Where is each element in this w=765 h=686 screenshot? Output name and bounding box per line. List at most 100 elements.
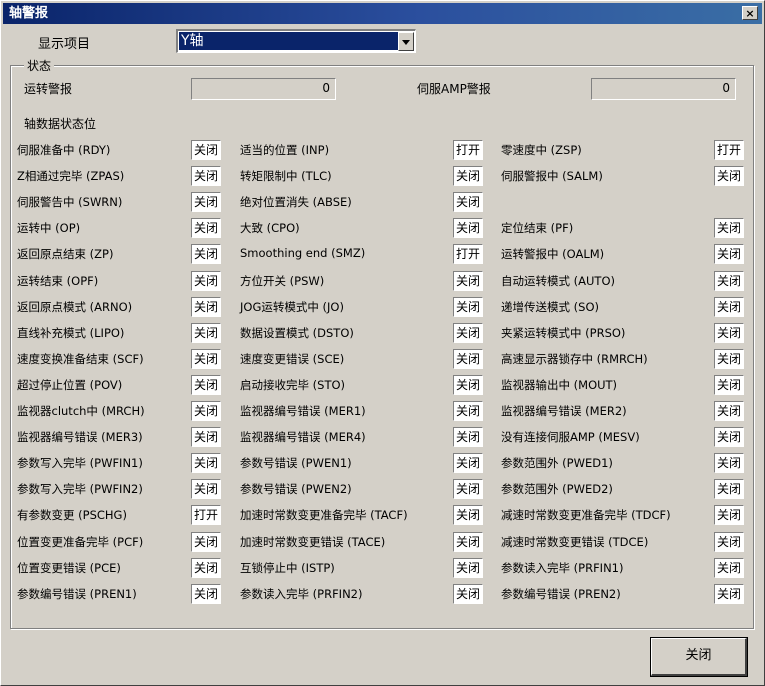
status-bit-label: 伺服警告中 (SWRN) — [17, 195, 123, 209]
status-bit-label: 递增传送模式 (SO) — [501, 300, 599, 314]
status-bit-value: 关闭 — [714, 271, 744, 291]
status-bit-value: 打开 — [453, 140, 483, 160]
status-bit-label: 加速时常数变更准备完毕 (TACF) — [240, 508, 408, 522]
status-bit-label: 速度变换准备结束 (SCF) — [17, 352, 144, 366]
close-button[interactable]: 关闭 — [650, 637, 748, 677]
status-bit-label: 监视器编号错误 (MER2) — [501, 404, 627, 418]
status-bit-value: 关闭 — [453, 192, 483, 212]
status-bit-value: 关闭 — [453, 427, 483, 447]
servo-alarm-value: 0 — [591, 78, 736, 100]
status-bit-label: 参数写入完毕 (PWFIN2) — [17, 482, 143, 496]
status-bit-value: 关闭 — [191, 140, 221, 160]
status-bit-label: 伺服警报中 (SALM) — [501, 169, 603, 183]
status-bit-label: 减速时常数变更准备完毕 (TDCF) — [501, 508, 671, 522]
status-bit-value: 关闭 — [191, 584, 221, 604]
status-bit-value: 关闭 — [453, 349, 483, 369]
status-bit-value: 关闭 — [453, 453, 483, 473]
status-bit-value: 关闭 — [714, 505, 744, 525]
status-bit-label: 自动运转模式 (AUTO) — [501, 274, 615, 288]
close-icon[interactable]: × — [742, 6, 758, 20]
status-bit-label: 运转结束 (OPF) — [17, 274, 99, 288]
status-bit-value: 关闭 — [714, 479, 744, 499]
chevron-down-icon[interactable] — [398, 32, 414, 51]
display-item-value[interactable]: Y轴 — [179, 32, 399, 50]
status-bit-value: 关闭 — [453, 166, 483, 186]
status-bit-value: 打开 — [191, 505, 221, 525]
status-bit-label: 参数范围外 (PWED1) — [501, 456, 613, 470]
status-bit-value: 关闭 — [714, 558, 744, 578]
status-bit-label: 位置变更错误 (PCE) — [17, 561, 121, 575]
status-bit-value: 关闭 — [714, 532, 744, 552]
status-bit-value: 关闭 — [714, 427, 744, 447]
status-bit-label: 速度变更错误 (SCE) — [240, 352, 345, 366]
status-bit-label: 适当的位置 (INP) — [240, 143, 330, 157]
status-bit-value: 关闭 — [714, 323, 744, 343]
status-bit-label: 伺服准备中 (RDY) — [17, 143, 111, 157]
status-bit-label: 没有连接伺服AMP (MESV) — [501, 430, 640, 444]
status-bit-value: 关闭 — [714, 584, 744, 604]
axis-status-bits-heading: 轴数据状态位 — [24, 117, 97, 131]
status-bit-label: 参数号错误 (PWEN1) — [240, 456, 352, 470]
status-bit-value: 关闭 — [714, 453, 744, 473]
status-bit-label: 位置变更准备完毕 (PCF) — [17, 535, 144, 549]
status-bit-value: 关闭 — [191, 271, 221, 291]
status-bit-value: 关闭 — [191, 375, 221, 395]
status-bit-value: 关闭 — [714, 218, 744, 238]
status-bit-label: 夹紧运转模式中 (PRSO) — [501, 326, 626, 340]
status-bit-value: 关闭 — [714, 375, 744, 395]
status-group-title: 状态 — [24, 57, 55, 74]
status-bit-value: 关闭 — [191, 218, 221, 238]
op-alarm-value: 0 — [191, 78, 336, 100]
status-bit-value: 关闭 — [191, 297, 221, 317]
status-bit-value: 关闭 — [191, 349, 221, 369]
title-bar: 轴警报 × — [3, 3, 762, 24]
status-bit-value: 关闭 — [453, 218, 483, 238]
status-bit-value: 关闭 — [714, 244, 744, 264]
status-bit-label: 参数读入完毕 (PRFIN2) — [240, 587, 363, 601]
op-alarm-label: 运转警报 — [24, 82, 73, 96]
status-bit-label: 监视器输出中 (MOUT) — [501, 378, 618, 392]
status-bit-value: 关闭 — [714, 401, 744, 421]
status-bit-label: 监视器clutch中 (MRCH) — [17, 404, 145, 418]
status-bit-label: 参数编号错误 (PREN1) — [17, 587, 137, 601]
status-bit-label: 参数号错误 (PWEN2) — [240, 482, 352, 496]
display-item-select[interactable]: Y轴 — [176, 29, 416, 53]
status-bit-label: 监视器编号错误 (MER4) — [240, 430, 366, 444]
status-bit-value: 关闭 — [453, 558, 483, 578]
status-bit-value: 关闭 — [191, 244, 221, 264]
status-bit-label: 绝对位置消失 (ABSE) — [240, 195, 352, 209]
status-bit-value: 关闭 — [453, 505, 483, 525]
status-bit-label: 定位结束 (PF) — [501, 221, 574, 235]
status-bit-value: 关闭 — [714, 166, 744, 186]
status-bit-label: 转矩限制中 (TLC) — [240, 169, 332, 183]
status-bit-value: 关闭 — [453, 375, 483, 395]
status-bit-label: 超过停止位置 (POV) — [17, 378, 123, 392]
status-bit-label: 运转中 (OP) — [17, 221, 81, 235]
status-bit-value: 关闭 — [453, 323, 483, 343]
window-title: 轴警报 — [9, 6, 49, 21]
status-bit-label: Z相通过完毕 (ZPAS) — [17, 169, 125, 183]
status-bit-value: 关闭 — [191, 532, 221, 552]
status-bit-value: 关闭 — [453, 479, 483, 499]
status-bit-label: 零速度中 (ZSP) — [501, 143, 582, 157]
status-bit-value: 关闭 — [453, 532, 483, 552]
status-bit-label: 互锁停止中 (ISTP) — [240, 561, 335, 575]
status-bit-label: 参数编号错误 (PREN2) — [501, 587, 621, 601]
status-bit-label: 监视器编号错误 (MER3) — [17, 430, 143, 444]
display-item-label: 显示项目 — [38, 37, 91, 52]
status-bit-value: 关闭 — [191, 166, 221, 186]
status-bit-value: 关闭 — [191, 479, 221, 499]
status-bit-label: 参数读入完毕 (PRFIN1) — [501, 561, 624, 575]
status-bit-value: 关闭 — [191, 427, 221, 447]
status-bit-value: 关闭 — [714, 349, 744, 369]
status-bit-value: 关闭 — [453, 271, 483, 291]
status-bit-value: 关闭 — [191, 558, 221, 578]
status-bit-value: 关闭 — [191, 323, 221, 343]
status-bit-value: 关闭 — [453, 584, 483, 604]
status-bit-label: 返回原点结束 (ZP) — [17, 247, 114, 261]
status-bit-label: 高速显示器锁存中 (RMRCH) — [501, 352, 648, 366]
status-bit-label: 返回原点模式 (ARNO) — [17, 300, 133, 314]
servo-alarm-label: 伺服AMP警报 — [417, 82, 491, 96]
status-bit-value: 关闭 — [453, 297, 483, 317]
status-bit-label: 大致 (CPO) — [240, 221, 300, 235]
